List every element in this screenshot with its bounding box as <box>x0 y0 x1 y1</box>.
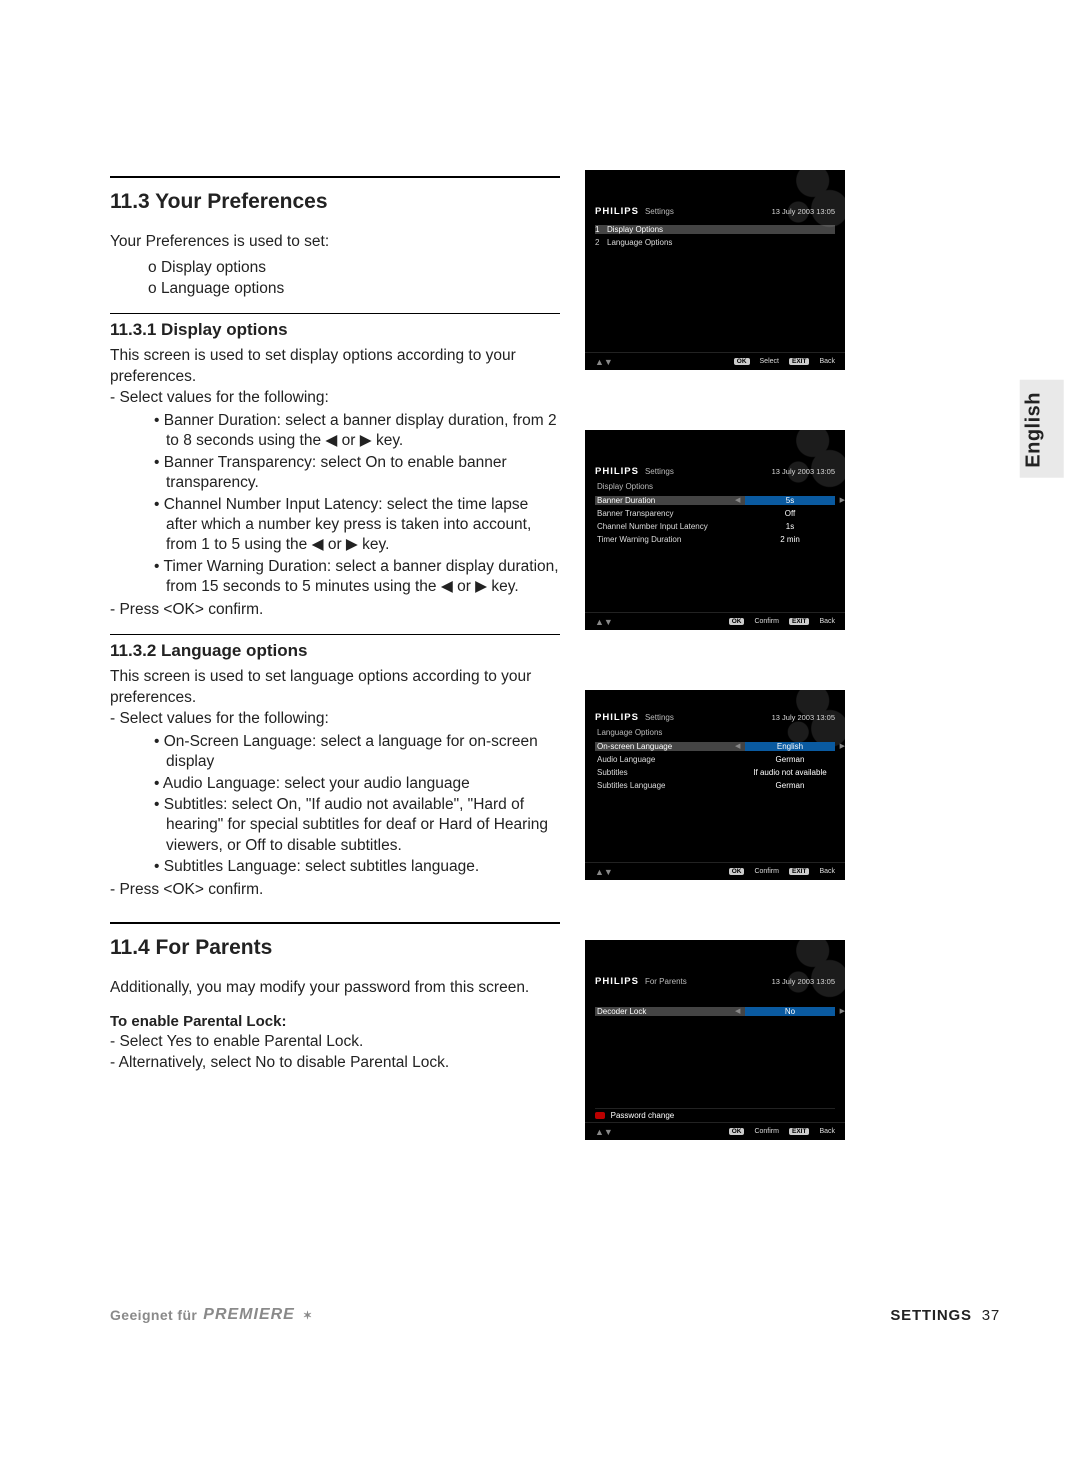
list-item: Press <OK> confirm. <box>110 880 560 900</box>
nav-arrows-icon: ▲▼ <box>595 617 613 627</box>
option-row: Subtitles If audio not available <box>595 766 835 778</box>
paragraph: Additionally, you may modify your passwo… <box>110 978 560 998</box>
option-row: Timer Warning Duration 2 min <box>595 533 835 545</box>
rule <box>110 313 560 314</box>
breadcrumb: Settings <box>645 207 674 216</box>
gears-icon <box>760 170 845 240</box>
hint: Back <box>819 358 835 365</box>
option-row: Banner Duration 5s <box>595 494 835 506</box>
option-row: Audio Language German <box>595 753 835 765</box>
ok-chip: OK <box>729 868 745 875</box>
section-11-3-title: 11.3 Your Preferences <box>110 190 560 214</box>
subheading: To enable Parental Lock: <box>110 1013 560 1030</box>
hint: Confirm <box>754 618 779 625</box>
section-11-4-title: 11.4 For Parents <box>110 936 560 960</box>
preferences-list: Display options Language options <box>148 258 560 299</box>
list-item: Display options <box>148 258 560 278</box>
hint: Confirm <box>754 868 779 875</box>
ok-chip: OK <box>734 358 750 365</box>
list-item: On-Screen Language: select a language fo… <box>154 732 560 773</box>
list-item: Press <OK> confirm. <box>110 600 560 620</box>
list-item: Banner Transparency: select On to enable… <box>154 453 560 494</box>
hint: Back <box>819 868 835 875</box>
gears-icon <box>760 940 845 1010</box>
section-11-3-intro: Your Preferences is used to set: <box>110 232 560 252</box>
list-item: Select values for the following: Banner … <box>110 388 560 598</box>
list-item: Language options <box>148 279 560 299</box>
hint: Confirm <box>754 1128 779 1135</box>
screenshot-display-options: PHILIPS Settings 13 July 2003 13:05 Disp… <box>585 430 845 630</box>
breadcrumb: For Parents <box>645 977 687 986</box>
ok-chip: OK <box>729 1128 745 1135</box>
brand: PHILIPS <box>595 976 639 987</box>
nav-arrows-icon: ▲▼ <box>595 867 613 877</box>
page-number: 37 <box>982 1307 1000 1324</box>
hint: Back <box>819 1128 835 1135</box>
red-chip-icon <box>595 1112 605 1119</box>
list-item: Select Yes to enable Parental Lock. <box>110 1032 560 1052</box>
hint: Back <box>819 618 835 625</box>
password-change-label: Password change <box>611 1111 675 1120</box>
list-item: Audio Language: select your audio langua… <box>154 774 560 794</box>
screenshot-settings-menu: PHILIPS Settings 13 July 2003 13:05 1 Di… <box>585 170 845 370</box>
exit-chip: EXIT <box>789 1128 809 1135</box>
list-item: Banner Duration: select a banner display… <box>154 411 560 452</box>
footer-section: SETTINGS <box>890 1307 971 1324</box>
screenshot-language-options: PHILIPS Settings 13 July 2003 13:05 Lang… <box>585 690 845 880</box>
page-footer: Geeignet für PREMIERE ✶ SETTINGS 37 <box>110 1306 1000 1324</box>
exit-chip: EXIT <box>789 868 809 875</box>
list-item: Alternatively, select No to disable Pare… <box>110 1053 560 1073</box>
brand: PHILIPS <box>595 206 639 217</box>
star-icon: ✶ <box>303 1309 313 1322</box>
paragraph: This screen is used to set language opti… <box>110 667 560 708</box>
list-item: Channel Number Input Latency: select the… <box>154 495 560 556</box>
paragraph: This screen is used to set display optio… <box>110 346 560 387</box>
screenshot-for-parents: PHILIPS For Parents 13 July 2003 13:05 D… <box>585 940 845 1140</box>
list-item: Subtitles Language: select subtitles lan… <box>154 857 560 877</box>
text-column: 11.3 Your Preferences Your Preferences i… <box>110 176 560 1074</box>
list-item: Timer Warning Duration: select a banner … <box>154 557 560 598</box>
gears-icon <box>760 430 845 500</box>
premiere-logo: PREMIERE <box>203 1306 295 1324</box>
language-tab: English <box>1020 380 1064 478</box>
hint: Select <box>760 358 779 365</box>
list-item: Select values for the following: On-Scre… <box>110 709 560 878</box>
exit-chip: EXIT <box>789 358 809 365</box>
option-row: Decoder Lock No <box>595 1005 835 1017</box>
rule <box>110 634 560 635</box>
option-row: Subtitles Language German <box>595 779 835 791</box>
ok-chip: OK <box>729 618 745 625</box>
screenshot-column: PHILIPS Settings 13 July 2003 13:05 1 Di… <box>585 170 845 1200</box>
nav-arrows-icon: ▲▼ <box>595 1127 613 1137</box>
option-row: Banner Transparency Off <box>595 507 835 519</box>
section-11-3-2-title: 11.3.2 Language options <box>110 641 560 661</box>
footer-left-text: Geeignet für <box>110 1307 197 1323</box>
option-row: Channel Number Input Latency 1s <box>595 520 835 532</box>
brand: PHILIPS <box>595 466 639 477</box>
rule <box>110 922 560 924</box>
breadcrumb: Settings <box>645 713 674 722</box>
section-11-3-1-title: 11.3.1 Display options <box>110 320 560 340</box>
nav-arrows-icon: ▲▼ <box>595 357 613 367</box>
option-row: On-screen Language English <box>595 740 835 752</box>
list-item: Subtitles: select On, "If audio not avai… <box>154 795 560 856</box>
breadcrumb: Settings <box>645 467 674 476</box>
exit-chip: EXIT <box>789 618 809 625</box>
rule <box>110 176 560 178</box>
brand: PHILIPS <box>595 712 639 723</box>
